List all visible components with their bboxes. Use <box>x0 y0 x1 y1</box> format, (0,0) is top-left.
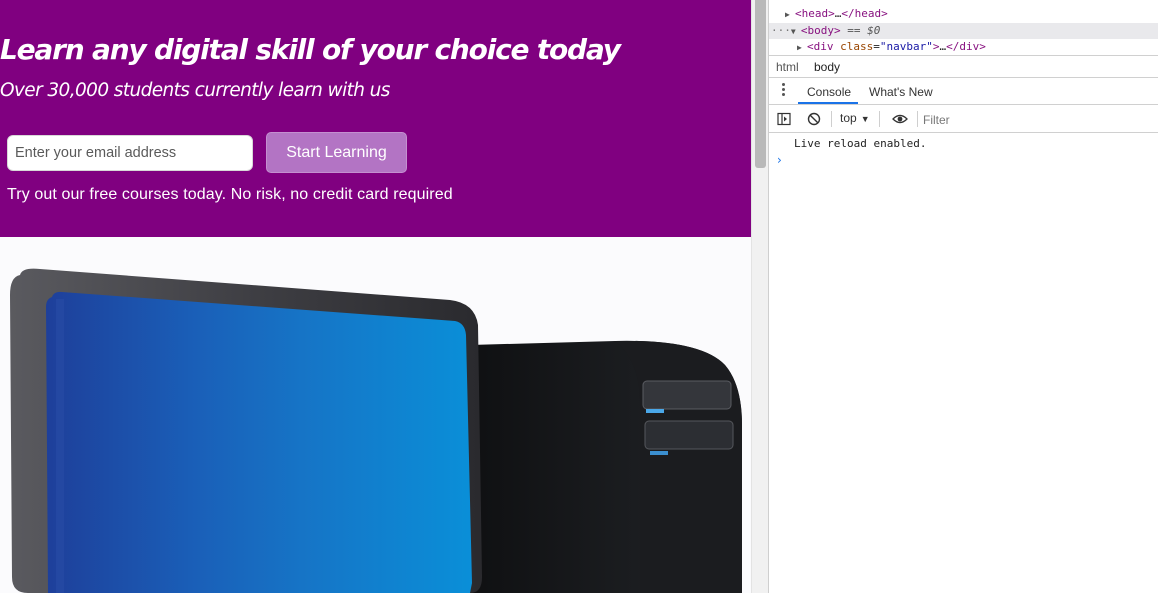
dom-node-body-selected[interactable]: ···▼ <body> == $0 <box>769 23 1158 39</box>
context-selector[interactable]: top ▼ <box>840 111 870 125</box>
monitor-screen <box>46 291 472 593</box>
start-learning-button[interactable]: Start Learning <box>266 132 407 173</box>
filter-input[interactable] <box>923 110 1153 129</box>
hero-note: Try out our free courses today. No risk,… <box>7 186 453 203</box>
page-scrollbar[interactable] <box>751 0 769 593</box>
tab-whats-new[interactable]: What's New <box>869 85 933 99</box>
page-viewport: Learn any digital skill of your choice t… <box>0 0 751 593</box>
dropdown-arrow-icon: ▼ <box>860 114 870 124</box>
breadcrumb-html[interactable]: html <box>776 60 799 74</box>
console-message: Live reload enabled. <box>794 137 927 150</box>
hero-subtitle: Over 30,000 students currently learn wit… <box>0 80 390 101</box>
dom-node-head[interactable]: ▶ <head>…</head> <box>769 6 1158 22</box>
dom-node-navbar[interactable]: ▶ <div class="navbar">…</div> <box>769 39 1158 55</box>
desktop-computer-illustration <box>10 268 742 593</box>
toolbar-separator <box>831 111 832 127</box>
toolbar-separator <box>879 111 880 127</box>
tab-console[interactable]: Console <box>807 85 851 99</box>
active-tab-indicator <box>798 102 858 104</box>
breadcrumb-body[interactable]: body <box>814 60 840 74</box>
expand-triangle-icon[interactable]: ▶ <box>785 7 795 23</box>
sidebar-toggle-icon[interactable] <box>777 112 791 126</box>
console-prompt[interactable]: › <box>777 153 782 167</box>
kebab-menu-icon[interactable] <box>782 83 786 101</box>
drawer-tabs: Console What's New <box>769 80 1158 105</box>
devtools-panel: ▶ <head>…</head> ···▼ <body> == $0 ▶ <div c… <box>769 0 1158 593</box>
scrollbar-thumb[interactable] <box>755 0 766 168</box>
drive-bay-2 <box>644 420 734 450</box>
email-input[interactable] <box>7 135 253 171</box>
dom-tree: ▶ <head>…</head> ···▼ <body> == $0 ▶ <div c… <box>769 0 1158 55</box>
hero-title: Learn any digital skill of your choice t… <box>0 33 621 66</box>
toolbar-separator <box>917 111 918 127</box>
more-dots-icon[interactable]: ··· <box>771 24 791 37</box>
console-toolbar: top ▼ <box>769 106 1158 133</box>
eye-icon[interactable] <box>892 112 908 126</box>
collapse-triangle-icon[interactable]: ▼ <box>791 24 801 40</box>
clear-console-icon[interactable] <box>807 112 821 126</box>
expand-triangle-icon[interactable]: ▶ <box>797 40 807 56</box>
breadcrumb: html body <box>769 55 1158 78</box>
drive-bay-1 <box>642 380 732 410</box>
hero-section: Learn any digital skill of your choice t… <box>0 0 751 237</box>
